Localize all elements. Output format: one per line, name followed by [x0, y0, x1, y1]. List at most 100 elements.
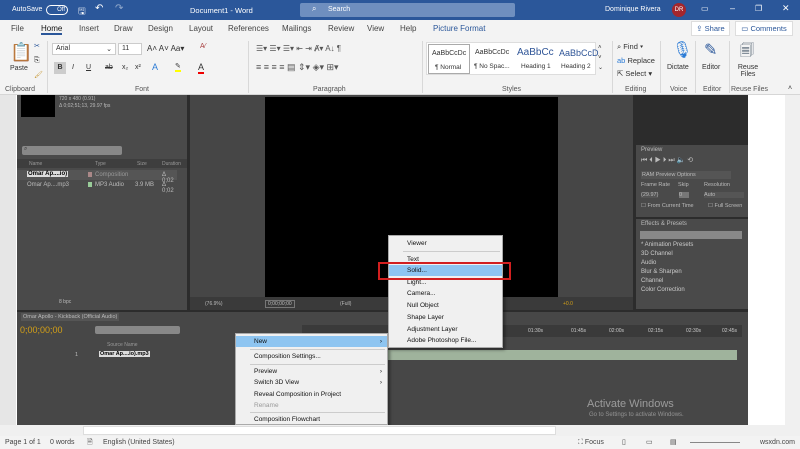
column-type[interactable]: Type — [95, 161, 106, 167]
save-icon[interactable]: 🖫 — [78, 4, 86, 20]
avatar[interactable]: DR — [672, 3, 686, 17]
undo-icon[interactable]: ↶ — [95, 3, 103, 14]
scroll-thumb[interactable] — [83, 426, 556, 435]
print-layout-icon[interactable]: ▭ — [646, 438, 653, 446]
tab-design[interactable]: Design — [148, 24, 173, 33]
effects-search-input[interactable] — [640, 231, 742, 239]
find-button[interactable]: ⌕ Find ▾ — [617, 42, 643, 52]
timeline-timecode[interactable]: 0;00;00;00 — [20, 325, 63, 335]
column-name[interactable]: Name — [29, 161, 42, 167]
style-normal[interactable]: AaBbCcDc ¶ Normal — [428, 44, 470, 74]
text-effects-icon[interactable]: A — [152, 62, 158, 72]
horizontal-scrollbar[interactable] — [0, 425, 800, 436]
menu-item-composition-flowchart[interactable]: Composition Flowchart — [236, 414, 387, 425]
effect-category[interactable]: Blur & Sharpen — [641, 269, 682, 275]
timeline-tab[interactable]: Omar Apollo - Kickback (Official Audio) — [21, 313, 120, 321]
focus-button[interactable]: ⛶ Focus — [578, 439, 604, 447]
frame-rate-select[interactable]: (29.97) — [641, 192, 659, 198]
menu-item-preview[interactable]: Preview › — [236, 366, 387, 377]
effect-category[interactable]: Audio — [641, 260, 656, 266]
submenu-item-adjustment-layer[interactable]: Adjustment Layer — [389, 324, 502, 335]
font-size-select[interactable]: 11 — [118, 43, 142, 55]
close-icon[interactable]: ✕ — [782, 3, 790, 14]
tab-insert[interactable]: Insert — [79, 24, 99, 33]
menu-item-reveal-composition[interactable]: Reveal Composition in Project — [236, 389, 387, 400]
tab-draw[interactable]: Draw — [114, 24, 133, 33]
submenu-item-photoshop-file[interactable]: Adobe Photoshop File... — [389, 335, 502, 346]
exposure-value[interactable]: +0.0 — [563, 301, 573, 307]
style-no-spacing[interactable]: AaBbCcDc ¶ No Spac... — [472, 44, 514, 74]
effect-category[interactable]: Channel — [641, 278, 663, 284]
editor-icon[interactable]: ✎ — [704, 40, 717, 60]
zoom-slider[interactable] — [690, 442, 740, 443]
tab-mailings[interactable]: Mailings — [282, 24, 311, 33]
cut-icon[interactable]: ✂ — [34, 42, 40, 50]
subscript-button[interactable]: x₂ — [122, 64, 128, 71]
paste-button[interactable]: Paste — [10, 65, 28, 72]
align-icons[interactable]: ≡ ≡ ≡ ≡ ▤ ⇕▾ ◈▾ ⊞▾ — [256, 62, 339, 73]
style-heading-2[interactable]: AaBbCcD Heading 2 — [557, 44, 599, 74]
underline-button[interactable]: U — [86, 64, 91, 71]
submenu-item-null-object[interactable]: Null Object — [389, 300, 502, 311]
list-icons[interactable]: ☰▾ ☰▾ ☰▾ ⇤ ⇥ Ⱥ▾ A↓ ¶ — [256, 44, 341, 53]
read-mode-icon[interactable]: ▯ — [622, 438, 626, 446]
column-duration[interactable]: Duration — [162, 161, 181, 167]
tab-references[interactable]: References — [228, 24, 269, 33]
timeline-search-input[interactable] — [95, 326, 180, 334]
tab-picture-format[interactable]: Picture Format — [433, 24, 485, 33]
highlight-icon[interactable]: ✎ — [175, 62, 181, 72]
font-color-icon[interactable]: A — [198, 62, 205, 74]
menu-item-switch-3d-view[interactable]: Switch 3D View › — [236, 377, 387, 388]
styles-scroll-icon[interactable]: ˄ ˅ ⌄ — [598, 43, 603, 73]
superscript-button[interactable]: x² — [135, 64, 141, 71]
page-count[interactable]: Page 1 of 1 — [5, 439, 41, 446]
restore-icon[interactable]: ❐ — [755, 4, 762, 13]
autosave-toggle[interactable]: Off — [46, 5, 68, 15]
copy-icon[interactable]: ⎘ — [34, 57, 40, 65]
ribbon-display-icon[interactable]: ▭ — [701, 4, 709, 13]
language[interactable]: English (United States) — [103, 439, 175, 446]
share-button[interactable]: ⇪ Share — [691, 21, 730, 36]
proofing-icon[interactable]: 🗎 — [87, 438, 93, 449]
tab-help[interactable]: Help — [400, 24, 416, 33]
layer-name[interactable]: Omar Ap....io).mp3 — [99, 351, 150, 357]
menu-item-composition-settings[interactable]: Composition Settings... — [236, 351, 387, 362]
grow-font-icon[interactable]: A˄ A˅ Aa▾ — [147, 44, 184, 53]
word-count[interactable]: 0 words — [50, 439, 75, 446]
submenu-item-viewer[interactable]: Viewer — [389, 238, 502, 249]
project-item[interactable]: Omar Ap....mp3 MP3 Audio 3.9 MB Δ 0;02 — [17, 180, 177, 194]
timecode-display[interactable]: 0;00;00;00 — [265, 300, 295, 308]
project-search-input[interactable]: ⌕ — [22, 146, 122, 155]
style-heading-1[interactable]: AaBbCc Heading 1 — [515, 44, 557, 74]
reuse-files-button[interactable]: Reuse Files — [737, 64, 759, 78]
strikethrough-button[interactable]: ab — [105, 64, 113, 71]
tab-layout[interactable]: Layout — [189, 24, 213, 33]
minimize-icon[interactable]: – — [730, 3, 735, 13]
redo-icon[interactable]: ↷ — [115, 3, 123, 14]
tab-home[interactable]: Home — [41, 24, 63, 35]
reuse-files-icon[interactable]: 🗐 — [740, 40, 754, 64]
resolution-select[interactable]: Auto — [704, 192, 744, 198]
vertical-scrollbar[interactable] — [785, 95, 800, 425]
tab-file[interactable]: File — [11, 24, 24, 33]
font-name-select[interactable]: Arial ⌄ — [52, 43, 116, 55]
ram-preview-options[interactable]: RAM Preview Options — [641, 171, 731, 179]
full-screen-checkbox[interactable]: ☐ Full Screen — [708, 203, 742, 209]
playback-controls-icon[interactable]: ⏮ ⏴ ▶ ⏵ ⏭ 🔈 ⟲ — [641, 156, 693, 165]
effect-category[interactable]: Color Correction — [641, 287, 685, 293]
microphone-icon[interactable]: 🎙 — [672, 40, 692, 60]
column-size[interactable]: Size — [137, 161, 147, 167]
project-item[interactable]: Omar Ap....io) Composition Δ 0;02 — [17, 170, 177, 184]
editor-button[interactable]: Editor — [702, 64, 720, 71]
menu-item-new[interactable]: New › — [236, 336, 387, 347]
search-box[interactable]: ⌕ Search — [300, 3, 515, 17]
tab-review[interactable]: Review — [328, 24, 354, 33]
collapse-ribbon-icon[interactable]: ˄ — [788, 85, 792, 92]
resolution-select[interactable]: (Full) — [340, 301, 351, 307]
submenu-item-camera[interactable]: Camera... — [389, 288, 502, 299]
tab-view[interactable]: View — [367, 24, 384, 33]
dictate-button[interactable]: Dictate — [667, 64, 689, 71]
effect-category[interactable]: * Animation Presets — [641, 242, 693, 248]
skip-select[interactable]: 0 — [679, 192, 689, 198]
italic-button[interactable]: I — [72, 64, 74, 71]
